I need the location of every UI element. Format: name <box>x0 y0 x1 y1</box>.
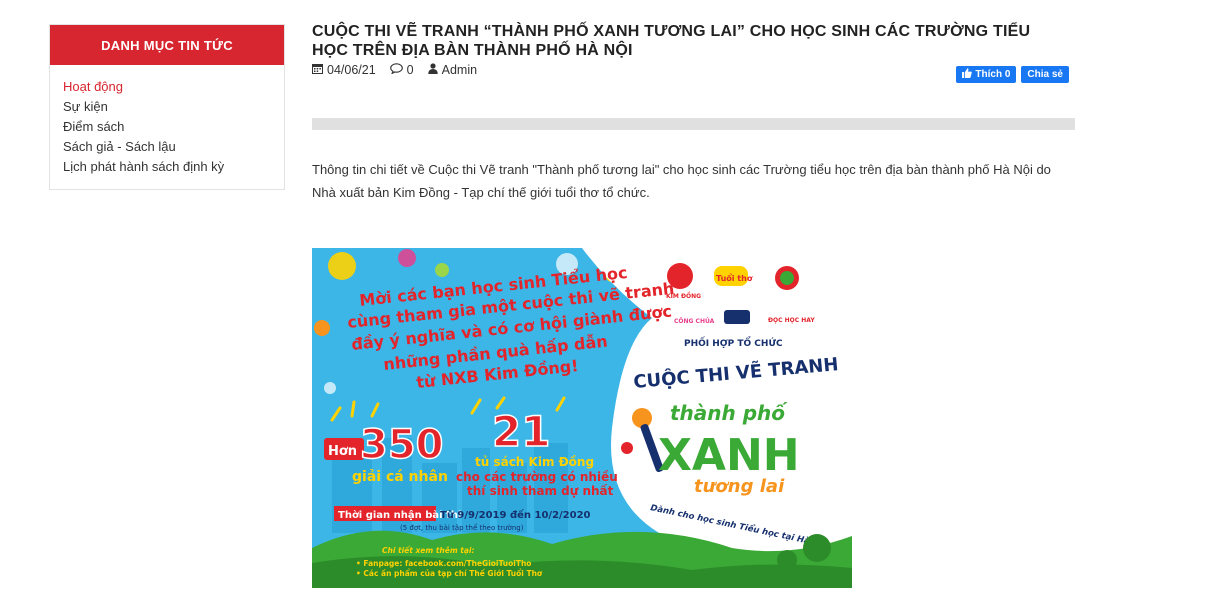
prize2-line-1: tủ sách Kim Đồng <box>475 455 594 469</box>
calendar-icon <box>312 63 323 77</box>
details-heading: Chi tiết xem thêm tại: <box>382 546 474 555</box>
logo-tuoi-tho: Tuổi thơ <box>716 272 753 283</box>
like-label: Thích 0 <box>975 69 1011 80</box>
theme-top: thành phố <box>670 401 788 425</box>
article-title: CUỘC THI VẼ TRANH “THÀNH PHỐ XANH TƯƠNG … <box>312 23 1031 59</box>
thumbs-up-icon <box>962 68 973 81</box>
logo-cong-chua: CÔNG CHÚA <box>674 318 715 325</box>
sidebar-item-lich-phat-hanh[interactable]: Lịch phát hành sách định kỳ <box>63 157 271 177</box>
sidebar-item-sach-gia-sach-lau[interactable]: Sách giả - Sách lậu <box>63 137 271 157</box>
details-line-2: • Các ấn phẩm của tạp chí Thế Giới Tuổi … <box>356 569 543 578</box>
article-date: 04/06/21 <box>327 63 376 77</box>
sidebar-heading: DANH MỤC TIN TỨC <box>50 25 284 65</box>
comment-icon <box>389 63 403 77</box>
contest-banner-image: Mời các bạn học sinh Tiểu học cùng tham … <box>312 248 852 588</box>
article-author: Admin <box>441 63 478 77</box>
prize1-label: giải cá nhân <box>352 469 448 485</box>
sidebar-item-hoat-dong[interactable]: Hoạt động <box>63 77 271 97</box>
prize2-number: 21 <box>492 407 550 456</box>
details-line-1: • Fanpage: facebook.com/TheGioiTuoiTho <box>356 559 531 568</box>
prize1-number: 350 <box>360 422 444 468</box>
prize2-line-3: thí sinh tham dự nhất <box>467 484 614 498</box>
social-buttons: Thích 0 Chia sẻ <box>956 66 1069 83</box>
theme-main: XANH <box>658 430 800 481</box>
article: CUỘC THI VẼ TRANH “THÀNH PHỐ XANH TƯƠNG … <box>312 22 1075 200</box>
comments-meta[interactable]: 0 <box>389 63 414 77</box>
sidebar-item-diem-sach[interactable]: Điểm sách <box>63 117 271 137</box>
period-note: (5 đợt, thu bài tập thể theo trường) <box>400 523 524 532</box>
article-intro: Thông tin chi tiết về Cuộc thi Vẽ tranh … <box>312 162 1051 200</box>
facebook-like-button[interactable]: Thích 0 <box>956 66 1017 83</box>
divider-bar <box>312 118 1075 130</box>
logo-doc-hoc-hay: ĐỌC HỌC HAY <box>768 317 815 324</box>
facebook-share-button[interactable]: Chia sẻ <box>1021 66 1069 83</box>
sidebar-list: Hoạt động Sự kiện Điểm sách Sách giả - S… <box>50 65 284 189</box>
prize2-line-2: cho các trường có nhiều <box>456 470 618 484</box>
sidebar-item-su-kien[interactable]: Sự kiện <box>63 97 271 117</box>
author-meta: Admin <box>427 63 478 77</box>
news-category-sidebar: DANH MỤC TIN TỨC Hoạt động Sự kiện Điểm … <box>49 24 285 190</box>
prize1-prefix: Hơn <box>328 444 357 459</box>
logo-kim-dong: KIM ĐỒNG <box>666 291 701 300</box>
period-text: Từ 9/9/2019 đến 10/2/2020 <box>440 508 591 521</box>
date-meta: 04/06/21 <box>312 63 376 77</box>
user-icon <box>427 63 438 77</box>
theme-bottom: tương lai <box>694 476 785 497</box>
comment-count: 0 <box>406 63 414 77</box>
